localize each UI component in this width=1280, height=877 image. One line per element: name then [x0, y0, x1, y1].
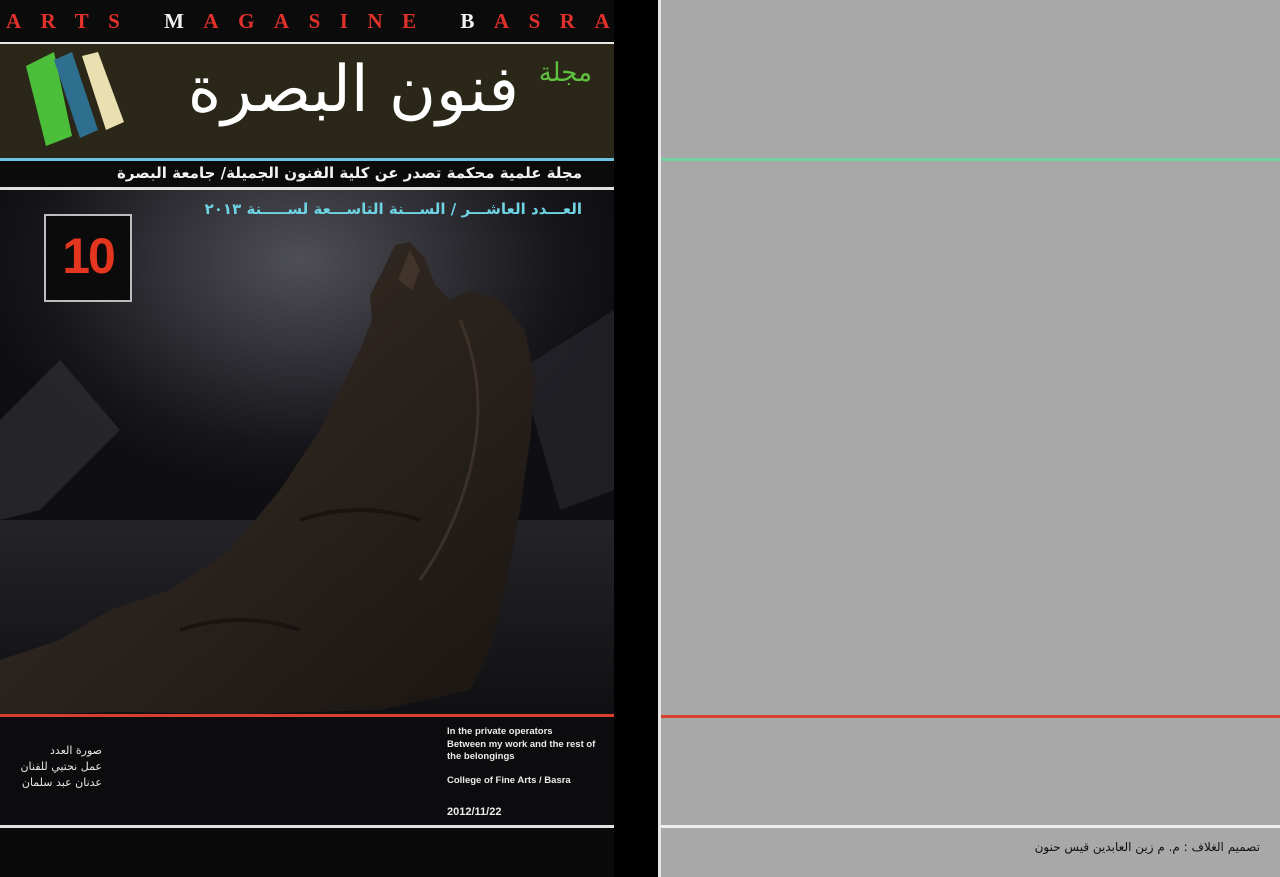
bottom-band: صورة العدد عمل نحتيي للفنان عدنان عبد سل… — [0, 717, 614, 825]
cover-photo: العـــدد العاشـــر / الســـنة التاســـعة… — [0, 190, 614, 714]
caption-line: Between my work and the rest of the belo… — [447, 738, 596, 763]
masthead-letter: A — [6, 9, 41, 33]
subtitle: مجلة علمية محكمة تصدر عن كلية الفنون الج… — [117, 164, 582, 182]
magazine-word: مجلة — [538, 58, 592, 88]
masthead-title: ARTS MAGASINE BASRA — [6, 9, 614, 34]
spine — [614, 0, 658, 877]
masthead-letter: A — [273, 9, 309, 33]
masthead-letter: M — [164, 9, 204, 33]
issue-date: 2012/11/22 — [447, 806, 502, 818]
masthead-letter: B — [460, 9, 494, 33]
masthead-letter: N — [367, 9, 403, 33]
masthead-letter: R — [559, 9, 595, 33]
caption-line: عمل نحتيي للفنان — [20, 760, 102, 773]
masthead: ARTS MAGASINE BASRA — [0, 0, 614, 44]
cover-caption-arabic: صورة العدد عمل نحتيي للفنان عدنان عبد سل… — [10, 743, 102, 791]
book-logo-icon — [26, 52, 124, 146]
issue-line: العـــدد العاشـــر / الســـنة التاســـعة… — [204, 200, 582, 218]
foot-band — [0, 828, 614, 877]
cover-design-credit: تصميم الغلاف : م. م زين العابدين قيس حنو… — [1034, 840, 1260, 854]
masthead-letter: R — [40, 9, 75, 33]
masthead-letter: A — [203, 9, 239, 33]
masthead-letter: S — [308, 9, 340, 33]
caption-line: In the private operators — [447, 726, 553, 737]
caption-line: عدنان عبد سلمان — [21, 776, 102, 789]
masthead-letter: A — [594, 9, 614, 33]
issue-number-box: 10 — [44, 214, 132, 302]
masthead-letter — [436, 9, 461, 33]
masthead-letter: I — [339, 9, 368, 33]
magazine-title: فنون البصرة — [187, 53, 519, 127]
subtitle-band: مجلة علمية محكمة تصدر عن كلية الفنون الج… — [0, 161, 614, 187]
caption-line: صورة العدد — [50, 744, 102, 757]
caption-line: College of Fine Arts / Basra — [447, 774, 571, 786]
caption-gap — [447, 764, 612, 775]
masthead-letter: S — [528, 9, 560, 33]
green-divider — [661, 158, 1280, 161]
red-divider-back — [661, 715, 1280, 718]
front-cover: ARTS MAGASINE BASRA فنون البصرة مجلة مجل… — [0, 0, 614, 877]
issue-number: 10 — [62, 228, 116, 284]
white-divider-back — [661, 825, 1280, 828]
masthead-letter: G — [238, 9, 274, 33]
masthead-letter: S — [108, 9, 140, 33]
cover-caption-english: In the private operators Between my work… — [447, 726, 612, 787]
masthead-letter — [139, 9, 164, 33]
masthead-letter: E — [402, 9, 436, 33]
back-cover: تصميم الغلاف : م. م زين العابدين قيس حنو… — [658, 0, 1280, 877]
masthead-letter: T — [74, 9, 109, 33]
masthead-letter: A — [493, 9, 529, 33]
